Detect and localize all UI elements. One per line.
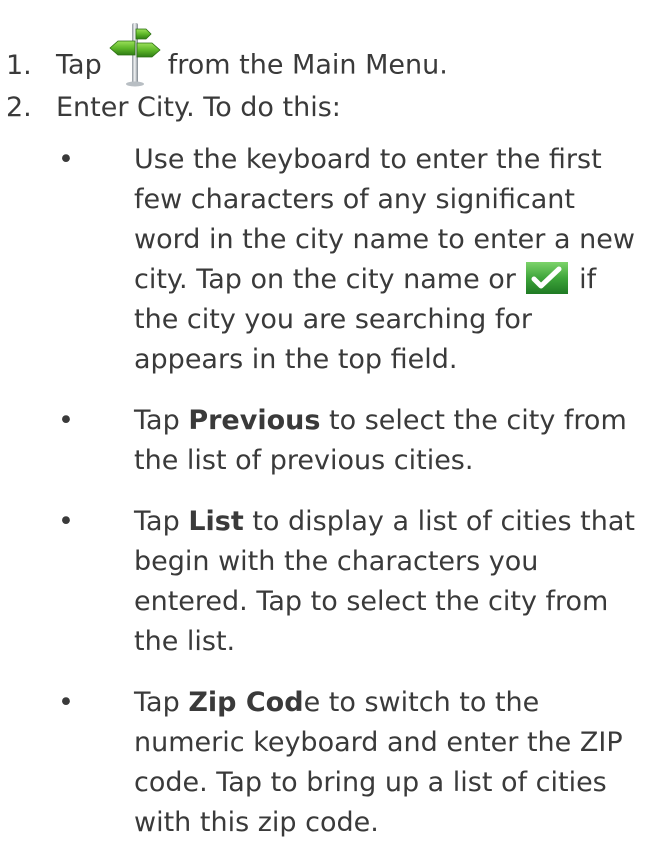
bullet-zip-code: • Tap Zip Code to switch to the numeric …: [58, 683, 638, 843]
bullet-keyboard-entry: • Use the keyboard to enter the first fe…: [58, 140, 638, 380]
zip-code-label-tail: e: [303, 687, 321, 718]
checkmark-icon: [526, 261, 569, 294]
instructions-document: 1. Tap from the Main Menu. 2. Enter City…: [0, 0, 647, 838]
list-label: List: [188, 506, 244, 537]
bullet-previous: • Tap Previous to select the city from t…: [58, 401, 638, 481]
bullet-list: • Use the keyboard to enter the first fe…: [58, 140, 638, 864]
bullet-list-option: • Tap List to display a list of cities t…: [58, 502, 638, 662]
bullet-marker: •: [58, 144, 74, 175]
step-number: 2.: [6, 92, 32, 123]
step-2: 2. Enter City. To do this:: [0, 88, 341, 128]
bullet-prefix: Tap: [134, 506, 180, 537]
step-text: Enter City. To do this:: [56, 92, 341, 123]
bullet-marker: •: [58, 405, 74, 436]
step-text-before: Tap: [56, 49, 102, 81]
step-text-after: from the Main Menu.: [167, 49, 448, 81]
bullet-prefix: Tap: [134, 687, 180, 718]
bullet-marker: •: [58, 506, 74, 537]
zip-code-label: Zip Cod: [188, 687, 304, 718]
step-number: 1.: [6, 49, 32, 81]
bullet-marker: •: [58, 687, 74, 718]
signpost-icon: [109, 23, 161, 87]
previous-label: Previous: [188, 405, 321, 436]
bullet-prefix: Tap: [134, 405, 180, 436]
